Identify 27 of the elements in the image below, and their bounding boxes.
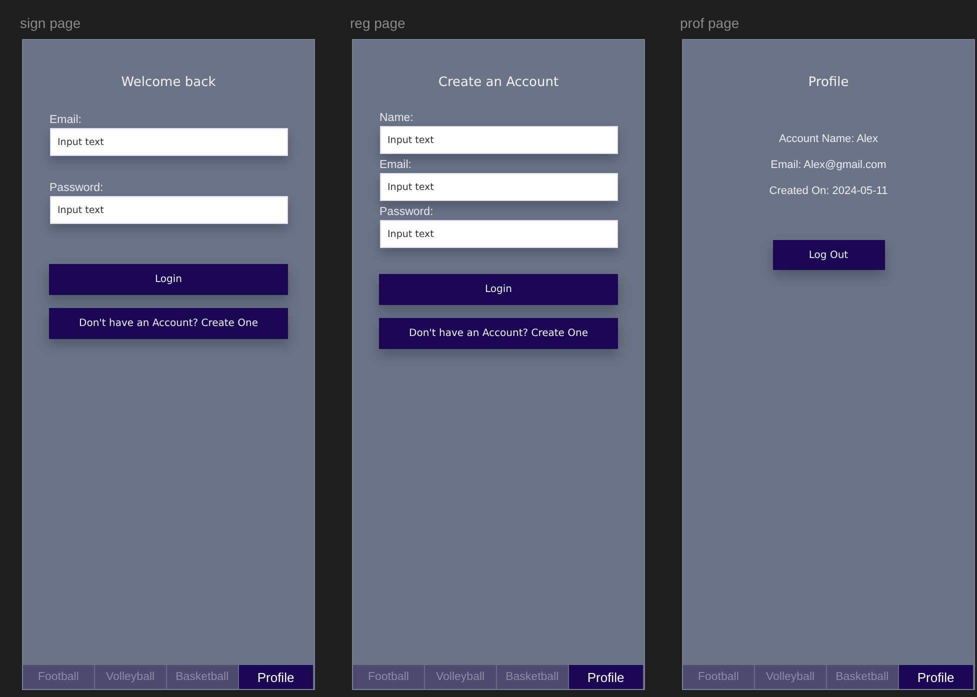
field-label: Password: xyxy=(50,181,104,196)
field-label: Email: xyxy=(50,113,82,128)
create-account-button[interactable]: Don't have an Account? Create One xyxy=(379,318,618,349)
profile-info: Email: Alex@gmail.com xyxy=(770,158,886,173)
field-label: Email: xyxy=(380,158,412,173)
create-account-button[interactable]: Don't have an Account? Create One xyxy=(49,308,288,339)
login-button[interactable]: Login xyxy=(49,264,288,295)
input-field[interactable]: Input text xyxy=(50,196,288,224)
page-title: Create an Account xyxy=(438,74,559,92)
input-field[interactable]: Input text xyxy=(380,126,618,154)
field-label: Password: xyxy=(380,205,434,220)
input-field[interactable]: Input text xyxy=(50,128,288,156)
nav-tab[interactable]: Profile xyxy=(238,665,314,689)
input-field[interactable]: Input text xyxy=(380,220,618,248)
page-title: Profile xyxy=(808,74,849,92)
page-title: Welcome back xyxy=(121,74,216,92)
input-field[interactable]: Input text xyxy=(380,173,618,201)
nav-tab[interactable]: Profile xyxy=(568,665,644,689)
frame-label: prof page xyxy=(680,14,740,33)
field-label: Name: xyxy=(380,111,414,126)
login-button[interactable]: Login xyxy=(379,274,618,305)
frame-label: reg page xyxy=(350,14,406,33)
frame-label: sign page xyxy=(20,14,81,33)
logout-button[interactable]: Log Out xyxy=(772,240,884,270)
profile-info: Created On: 2024-05-11 xyxy=(769,184,888,199)
nav-tab[interactable]: Profile xyxy=(898,665,974,689)
profile-info: Account Name: Alex xyxy=(778,132,878,147)
